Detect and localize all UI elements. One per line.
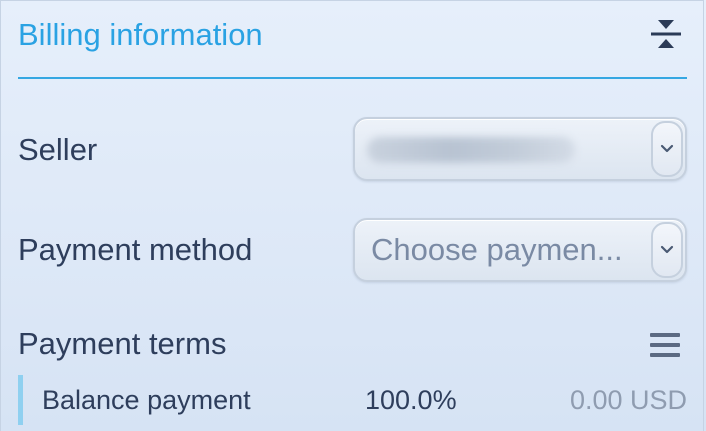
chevron-down-icon <box>660 144 674 153</box>
seller-value-obscured <box>367 137 575 163</box>
term-accent-bar <box>18 375 23 425</box>
term-percent: 100.0% <box>365 385 457 415</box>
seller-dropdown-toggle[interactable] <box>651 121 683 177</box>
term-name: Balance payment <box>42 385 251 415</box>
payment-terms-title: Payment terms <box>18 326 227 361</box>
hamburger-menu-icon[interactable] <box>649 331 681 359</box>
section-header: Billing information <box>18 1 687 79</box>
term-amount: 0.00 USD <box>569 385 687 415</box>
seller-select[interactable] <box>353 117 687 181</box>
payment-method-label: Payment method <box>18 232 253 267</box>
collapse-vertical-icon[interactable] <box>649 17 683 51</box>
seller-label: Seller <box>18 132 98 167</box>
billing-information-panel: Billing information Seller Payment metho… <box>0 0 704 431</box>
payment-method-dropdown-toggle[interactable] <box>651 222 683 278</box>
payment-term-row[interactable]: Balance payment 100.0% 0.00 USD <box>18 375 687 425</box>
payment-method-select[interactable]: Choose paymen... <box>353 218 687 282</box>
chevron-down-icon <box>660 245 674 254</box>
section-title: Billing information <box>18 17 263 52</box>
payment-method-placeholder: Choose paymen... <box>371 232 623 267</box>
